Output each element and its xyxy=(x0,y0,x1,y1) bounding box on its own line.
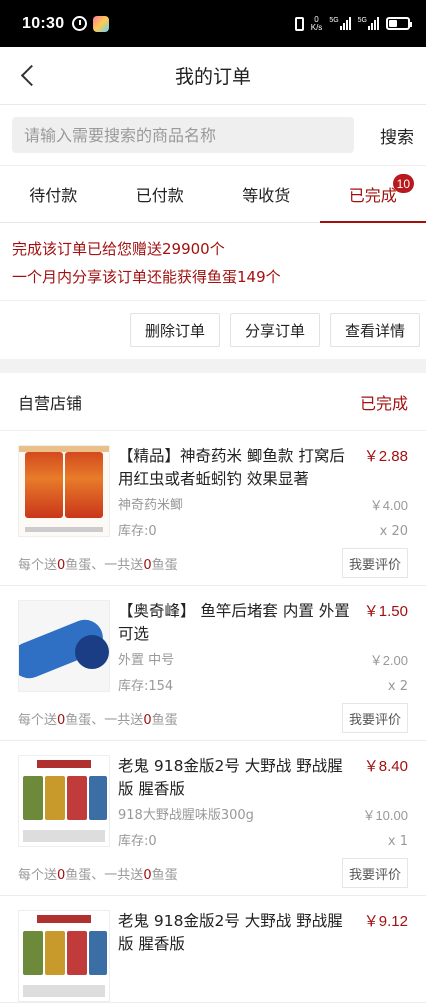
product-image[interactable] xyxy=(18,445,110,537)
vibrate-icon xyxy=(295,17,304,31)
order-item[interactable]: 【奥奇峰】 鱼竿后堵套 内置 外置可选 ￥1.50 外置 中号 ￥2.00 库存… xyxy=(0,586,426,741)
status-bar: 10:30 0 K/s 5G 5G xyxy=(0,0,426,47)
shop-header: 自营店铺 已完成 xyxy=(0,373,426,431)
share-order-button[interactable]: 分享订单 xyxy=(230,313,320,347)
product-title: 老鬼 918金版2号 大野战 野战腥版 腥香版 xyxy=(118,755,364,801)
back-arrow-icon[interactable] xyxy=(18,64,40,86)
order-item[interactable]: 老鬼 918金版2号 大野战 野战腥版 腥香版 ￥9.12 xyxy=(0,896,426,1003)
product-spec: 外置 中号 xyxy=(118,652,174,670)
product-title: 【奥奇峰】 鱼竿后堵套 内置 外置可选 xyxy=(118,600,364,646)
delete-order-button[interactable]: 删除订单 xyxy=(130,313,220,347)
review-button[interactable]: 我要评价 xyxy=(342,858,408,888)
app-notification-icon xyxy=(93,16,109,32)
shop-name: 自营店铺 xyxy=(18,390,82,414)
quantity: x 20 xyxy=(380,523,408,541)
product-spec: 918大野战腥味版300g xyxy=(118,807,254,825)
tab-awaiting-delivery[interactable]: 等收货 xyxy=(213,166,320,222)
product-image[interactable] xyxy=(18,755,110,847)
product-price: ￥1.50 xyxy=(364,600,408,646)
egg-reward-text: 每个送0鱼蛋、一共送0鱼蛋 xyxy=(18,864,178,883)
product-image[interactable] xyxy=(18,910,110,1002)
stock-count: 库存:0 xyxy=(118,523,157,541)
section-divider xyxy=(0,359,426,373)
network-speed: 0 K/s xyxy=(311,16,323,32)
promo-line-2: 一个月内分享该订单还能获得鱼蛋149个 xyxy=(12,263,414,291)
product-price: ￥2.88 xyxy=(364,445,408,491)
nav-bar: 我的订单 xyxy=(0,47,426,105)
product-price: ￥9.12 xyxy=(364,910,408,956)
original-price: ￥4.00 xyxy=(370,497,408,515)
signal-icon-1: 5G xyxy=(329,17,350,30)
search-input[interactable] xyxy=(12,117,354,153)
order-actions: 删除订单 分享订单 查看详情 xyxy=(0,301,426,359)
original-price: ￥2.00 xyxy=(370,652,408,670)
status-time: 10:30 xyxy=(22,15,64,33)
battery-icon xyxy=(386,17,410,30)
review-button[interactable]: 我要评价 xyxy=(342,703,408,733)
tab-pending-payment[interactable]: 待付款 xyxy=(0,166,107,222)
tab-paid[interactable]: 已付款 xyxy=(107,166,214,222)
promo-message: 完成该订单已给您赠送29900个 一个月内分享该订单还能获得鱼蛋149个 xyxy=(0,223,426,301)
product-title: 老鬼 918金版2号 大野战 野战腥版 腥香版 xyxy=(118,910,364,956)
order-item[interactable]: 【精品】神奇药米 鲫鱼款 打窝后用红虫或者蚯蚓钓 效果显著 ￥2.88 神奇药米… xyxy=(0,431,426,586)
view-details-button[interactable]: 查看详情 xyxy=(330,313,420,347)
search-bar: 搜索 xyxy=(0,105,426,165)
review-button[interactable]: 我要评价 xyxy=(342,548,408,578)
egg-reward-text: 每个送0鱼蛋、一共送0鱼蛋 xyxy=(18,709,178,728)
original-price: ￥10.00 xyxy=(362,807,408,825)
order-status: 已完成 xyxy=(360,390,408,414)
stock-count: 库存:0 xyxy=(118,833,157,851)
alarm-icon xyxy=(72,16,87,31)
signal-icon-2: 5G xyxy=(358,17,379,30)
quantity: x 2 xyxy=(388,678,408,696)
promo-line-1: 完成该订单已给您赠送29900个 xyxy=(12,235,414,263)
page-title: 我的订单 xyxy=(175,62,251,89)
product-spec: 神奇药米鲫 xyxy=(118,497,183,515)
product-price: ￥8.40 xyxy=(364,755,408,801)
search-button[interactable]: 搜索 xyxy=(354,123,414,148)
tab-completed[interactable]: 已完成 10 xyxy=(320,166,426,222)
product-image[interactable] xyxy=(18,600,110,692)
order-tabs: 待付款 已付款 等收货 已完成 10 xyxy=(0,165,426,223)
egg-reward-text: 每个送0鱼蛋、一共送0鱼蛋 xyxy=(18,554,178,573)
order-item[interactable]: 老鬼 918金版2号 大野战 野战腥版 腥香版 ￥8.40 918大野战腥味版3… xyxy=(0,741,426,896)
product-title: 【精品】神奇药米 鲫鱼款 打窝后用红虫或者蚯蚓钓 效果显著 xyxy=(118,445,364,491)
count-badge: 10 xyxy=(393,174,414,193)
stock-count: 库存:154 xyxy=(118,678,173,696)
quantity: x 1 xyxy=(388,833,408,851)
